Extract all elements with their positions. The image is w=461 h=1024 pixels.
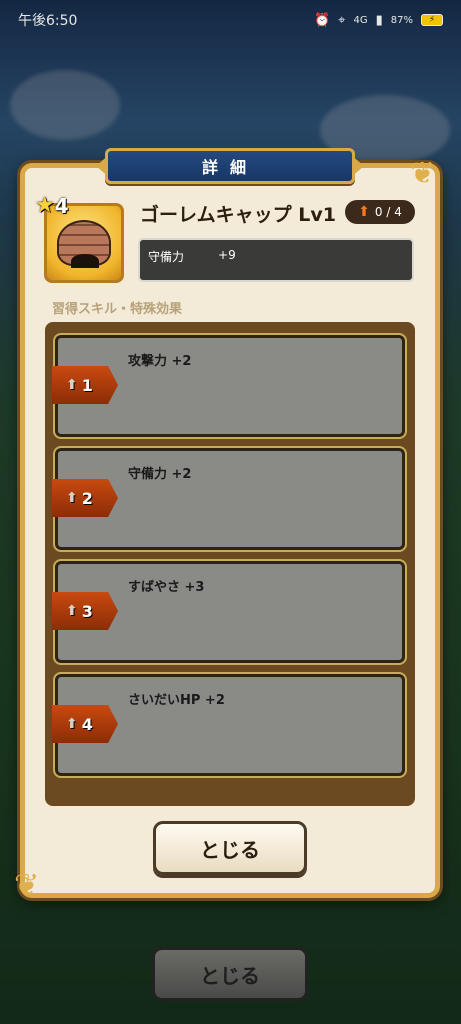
star-icon: ★	[35, 193, 55, 218]
stat-box: 守備力 +9	[138, 238, 414, 282]
section-label: 習得スキル・特殊効果	[52, 302, 183, 317]
signal-icon: ▮	[375, 12, 383, 28]
skill-text: 守備力 +2	[128, 467, 192, 482]
corner-ornament-icon: ❦	[410, 156, 436, 191]
status-time: 午後6:50	[18, 13, 78, 29]
status-bar: 午後6:50 ⏰ ⌖ 4G ▮ 87% ⚡	[0, 0, 461, 40]
upgrade-count: 0 / 4	[374, 205, 402, 219]
stat-name: 守備力	[148, 250, 185, 264]
up-arrow-icon: ⬆	[66, 490, 78, 506]
skill-text: すばやさ +3	[128, 580, 205, 595]
skill-level: 4	[81, 714, 93, 734]
battery-percent: 87%	[390, 14, 413, 26]
skill-level-tag: ⬆ 4	[52, 705, 118, 743]
skill-level: 2	[81, 488, 93, 508]
status-icons: ⏰ ⌖ 4G ▮ 87% ⚡	[314, 13, 443, 28]
skill-text: 攻撃力 +2	[128, 354, 192, 369]
skill-level-tag: ⬆ 1	[52, 366, 118, 404]
up-arrow-icon: ⬆	[66, 603, 78, 619]
helmet-icon	[57, 220, 111, 268]
skill-level: 1	[81, 375, 93, 395]
network-type: 4G	[353, 14, 368, 26]
upgrade-count-badge: ⬆ 0 / 4	[345, 200, 415, 224]
skill-text: さいだいHP +2	[128, 693, 225, 708]
skill-level-tag: ⬆ 3	[52, 592, 118, 630]
rarity-value: 4	[54, 193, 69, 218]
background-close-button: とじる	[152, 947, 308, 1001]
stat-value: +9	[218, 248, 236, 262]
location-icon: ⌖	[338, 12, 346, 28]
rarity-badge: ★ 4	[35, 193, 69, 218]
up-arrow-icon: ⬆	[66, 377, 78, 393]
up-arrow-icon: ⬆	[66, 716, 78, 732]
battery-icon: ⚡	[421, 14, 443, 26]
skill-level-tag: ⬆ 2	[52, 479, 118, 517]
alarm-icon: ⏰	[313, 12, 331, 28]
item-name: ゴーレムキャップ Lv1	[140, 204, 336, 226]
up-arrow-icon: ⬆	[358, 204, 370, 220]
skill-level: 3	[81, 601, 93, 621]
close-button[interactable]: とじる	[153, 821, 307, 875]
dialog-title: 詳細	[105, 148, 355, 184]
corner-ornament-icon: ❦	[14, 868, 40, 903]
